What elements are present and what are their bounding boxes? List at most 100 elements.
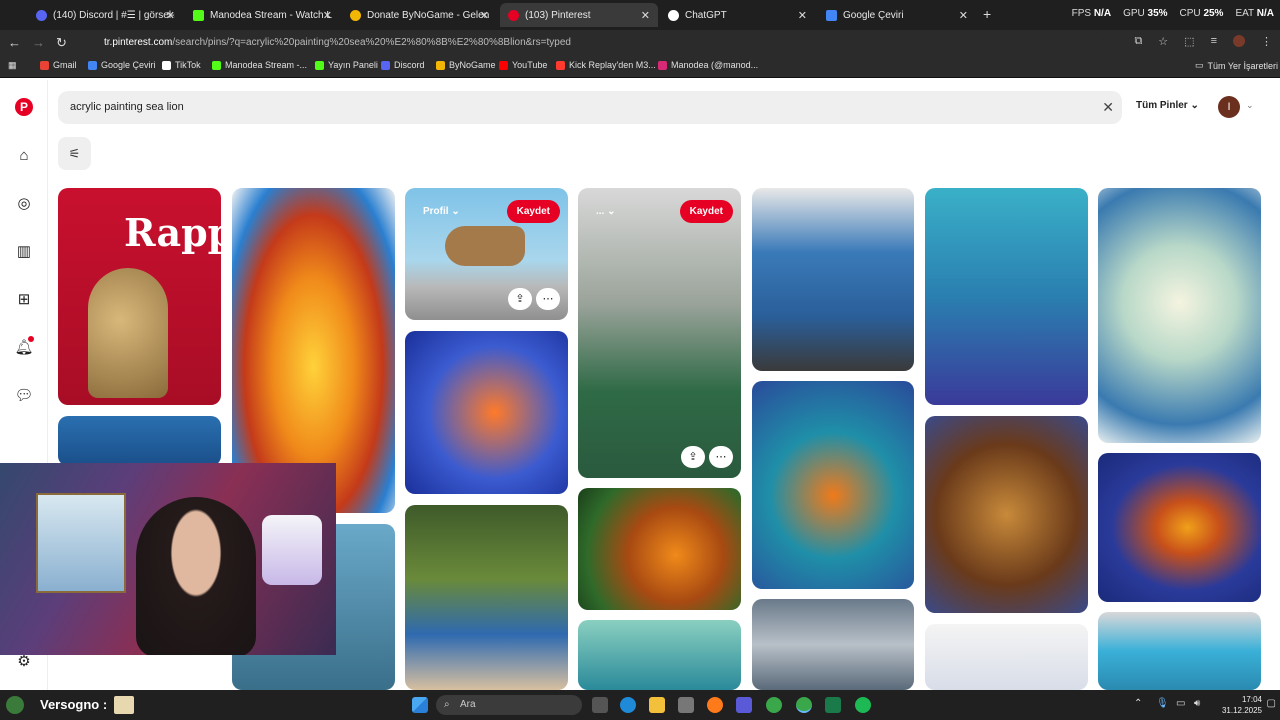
volume-icon[interactable]: 🔊︎ [1194,698,1200,709]
bookmark-google-translate[interactable]: Google Çeviri [88,60,156,70]
taskbar-search[interactable]: ⌕ Ara [436,695,582,715]
pin-video-painting[interactable]: ... ⌄ Kaydet ⇪ ⋯ [578,188,741,478]
pin-sea-lion-acrylic[interactable]: Profil ⌄ Kaydet ⇪ ⋯ [405,188,568,320]
pin-orange-sea-lion[interactable] [752,381,914,589]
all-pins-dropdown[interactable]: Tüm Pinler ⌄ [1136,100,1199,111]
home-icon[interactable]: ⌂ [14,146,34,166]
bookmark-kick-replay[interactable]: Kick Replay'den M3... [556,60,656,70]
pin-lionfish-teal[interactable] [925,188,1088,405]
obs-icon[interactable] [825,697,841,713]
forward-arrow-icon[interactable]: → [32,35,45,50]
boards-icon[interactable]: ▥ [14,242,34,262]
new-tab-button[interactable]: + [983,6,991,22]
tab-bynogame[interactable]: Donate ByNoGame - Gelen/Gid ✕ [342,3,497,27]
filter-icon[interactable]: ⚟ [58,137,91,170]
close-tab-icon[interactable]: ✕ [323,9,332,22]
network-icon[interactable]: ▭ [1176,698,1185,709]
bookmark-manodea-instagram[interactable]: Manodea (@manod... [658,60,758,70]
explore-compass-icon[interactable]: ◎ [14,194,34,214]
bynogame-icon [350,9,361,21]
system-clock[interactable]: 17:04 31.12.2025 [1222,694,1262,716]
pin-abstract-lion[interactable] [1098,188,1261,443]
chrome-icon[interactable] [766,697,782,713]
media-controls-icon[interactable]: ≡ [1211,35,1217,48]
pin-underwater-whale[interactable] [578,620,741,690]
close-tab-icon[interactable]: ✕ [480,9,489,22]
back-arrow-icon[interactable]: ← [8,35,21,50]
pin-ocean-lion-canvas[interactable] [752,188,914,371]
create-plus-icon[interactable]: ⊞ [14,290,34,310]
store-icon[interactable] [678,697,694,713]
share-icon[interactable]: ⇪ [681,446,705,468]
close-tab-icon[interactable]: ✕ [959,9,968,22]
profile-icon[interactable] [1233,35,1245,47]
tab-discord[interactable]: (140) Discord | #☰ | görsel-soh ✕ [28,3,183,27]
windows-start-icon[interactable] [412,697,428,713]
teams-icon[interactable] [736,697,752,713]
pin-butterflyfish[interactable] [405,505,568,690]
jaguar-shape [88,268,168,398]
reload-icon[interactable]: ↻ [56,35,67,51]
pin-orange-seal-blue[interactable] [1098,453,1261,602]
close-tab-icon[interactable]: ✕ [798,9,807,22]
bookmark-manodea-stream[interactable]: Manodea Stream -... [212,60,307,70]
notification-dot [28,336,34,342]
pin-lionfish-blue[interactable] [405,331,568,494]
tab-pinterest[interactable]: (103) Pinterest ✕ [500,3,658,27]
water-bottle [262,515,322,585]
bookmark-tiktok[interactable]: TikTok [162,60,201,70]
pin-blue-canvas[interactable] [1098,612,1261,690]
microphone-icon[interactable]: 🎙︎ [1156,698,1169,709]
tray-chevron-icon[interactable]: ⌃ [1134,698,1142,709]
settings-gear-icon[interactable]: ⚙ [14,652,34,672]
search-input[interactable]: acrylic painting sea lion [70,101,184,113]
bookmark-youtube[interactable]: YouTube [499,60,547,70]
apps-grid-icon[interactable]: ▦ [8,60,17,71]
chrome-active-icon[interactable] [796,697,812,713]
save-button[interactable]: Kaydet [679,200,733,223]
pin-tiger[interactable] [578,488,741,610]
pin-white-painting[interactable] [925,624,1088,690]
notifications-icon[interactable]: ▢ [1267,698,1276,709]
save-button[interactable]: Kaydet [506,200,560,223]
edge-icon[interactable] [620,697,636,713]
spotify-icon[interactable] [855,697,871,713]
all-bookmarks-folder[interactable]: ▭ Tüm Yer İşaretleri [1195,60,1278,71]
more-options-icon[interactable]: ⋯ [536,288,560,310]
fps-value: N/A [1093,8,1112,19]
avatar[interactable]: I [1218,96,1240,118]
account-chevron-icon[interactable]: ⌄ [1246,100,1254,111]
close-tab-icon[interactable]: ✕ [166,9,175,22]
streamer-person [136,497,256,655]
more-options-icon[interactable]: ⋯ [709,446,733,468]
more-dropdown[interactable]: ... ⌄ [596,206,616,217]
file-explorer-icon[interactable] [649,697,665,713]
bookmark-bynogame[interactable]: ByNoGame [436,60,496,70]
pin-blue-painting[interactable] [58,416,221,466]
pin-fish-closeup[interactable] [752,599,914,690]
task-view-icon[interactable] [592,697,608,713]
install-app-icon[interactable]: ⧉ [1134,35,1142,48]
notifications-bell-icon[interactable]: 🔔︎ [14,336,34,358]
weather-icon[interactable] [6,696,24,714]
close-tab-icon[interactable]: ✕ [641,9,650,22]
clear-search-icon[interactable]: ✕ [1102,91,1114,124]
tab-chatgpt[interactable]: ChatGPT ✕ [660,3,815,27]
pin-jaguar-painting[interactable]: Rapp [58,188,221,405]
extensions-icon[interactable]: ⬚ [1184,35,1194,48]
search-bar[interactable]: acrylic painting sea lion ✕ [58,91,1122,124]
profile-dropdown[interactable]: Profil ⌄ [423,206,460,217]
url-field[interactable]: tr.pinterest.com/search/pins/?q=acrylic%… [84,33,1104,53]
menu-kebab-icon[interactable]: ⋮ [1261,35,1272,48]
bookmark-star-icon[interactable]: ☆ [1158,35,1168,48]
messages-icon[interactable]: 💬︎ [14,386,34,406]
bookmark-yayin-paneli[interactable]: Yayın Paneli [315,60,378,70]
pin-lion-portrait[interactable] [925,416,1088,613]
firefox-icon[interactable] [707,697,723,713]
share-icon[interactable]: ⇪ [508,288,532,310]
bookmark-discord[interactable]: Discord [381,60,425,70]
tab-google-translate[interactable]: Google Çeviri ✕ [818,3,976,27]
tab-manodea-stream[interactable]: Manodea Stream - Watch Live ✕ [185,3,340,27]
bookmark-gmail[interactable]: Gmail [40,60,77,70]
pinterest-logo-icon[interactable]: P [15,98,33,116]
